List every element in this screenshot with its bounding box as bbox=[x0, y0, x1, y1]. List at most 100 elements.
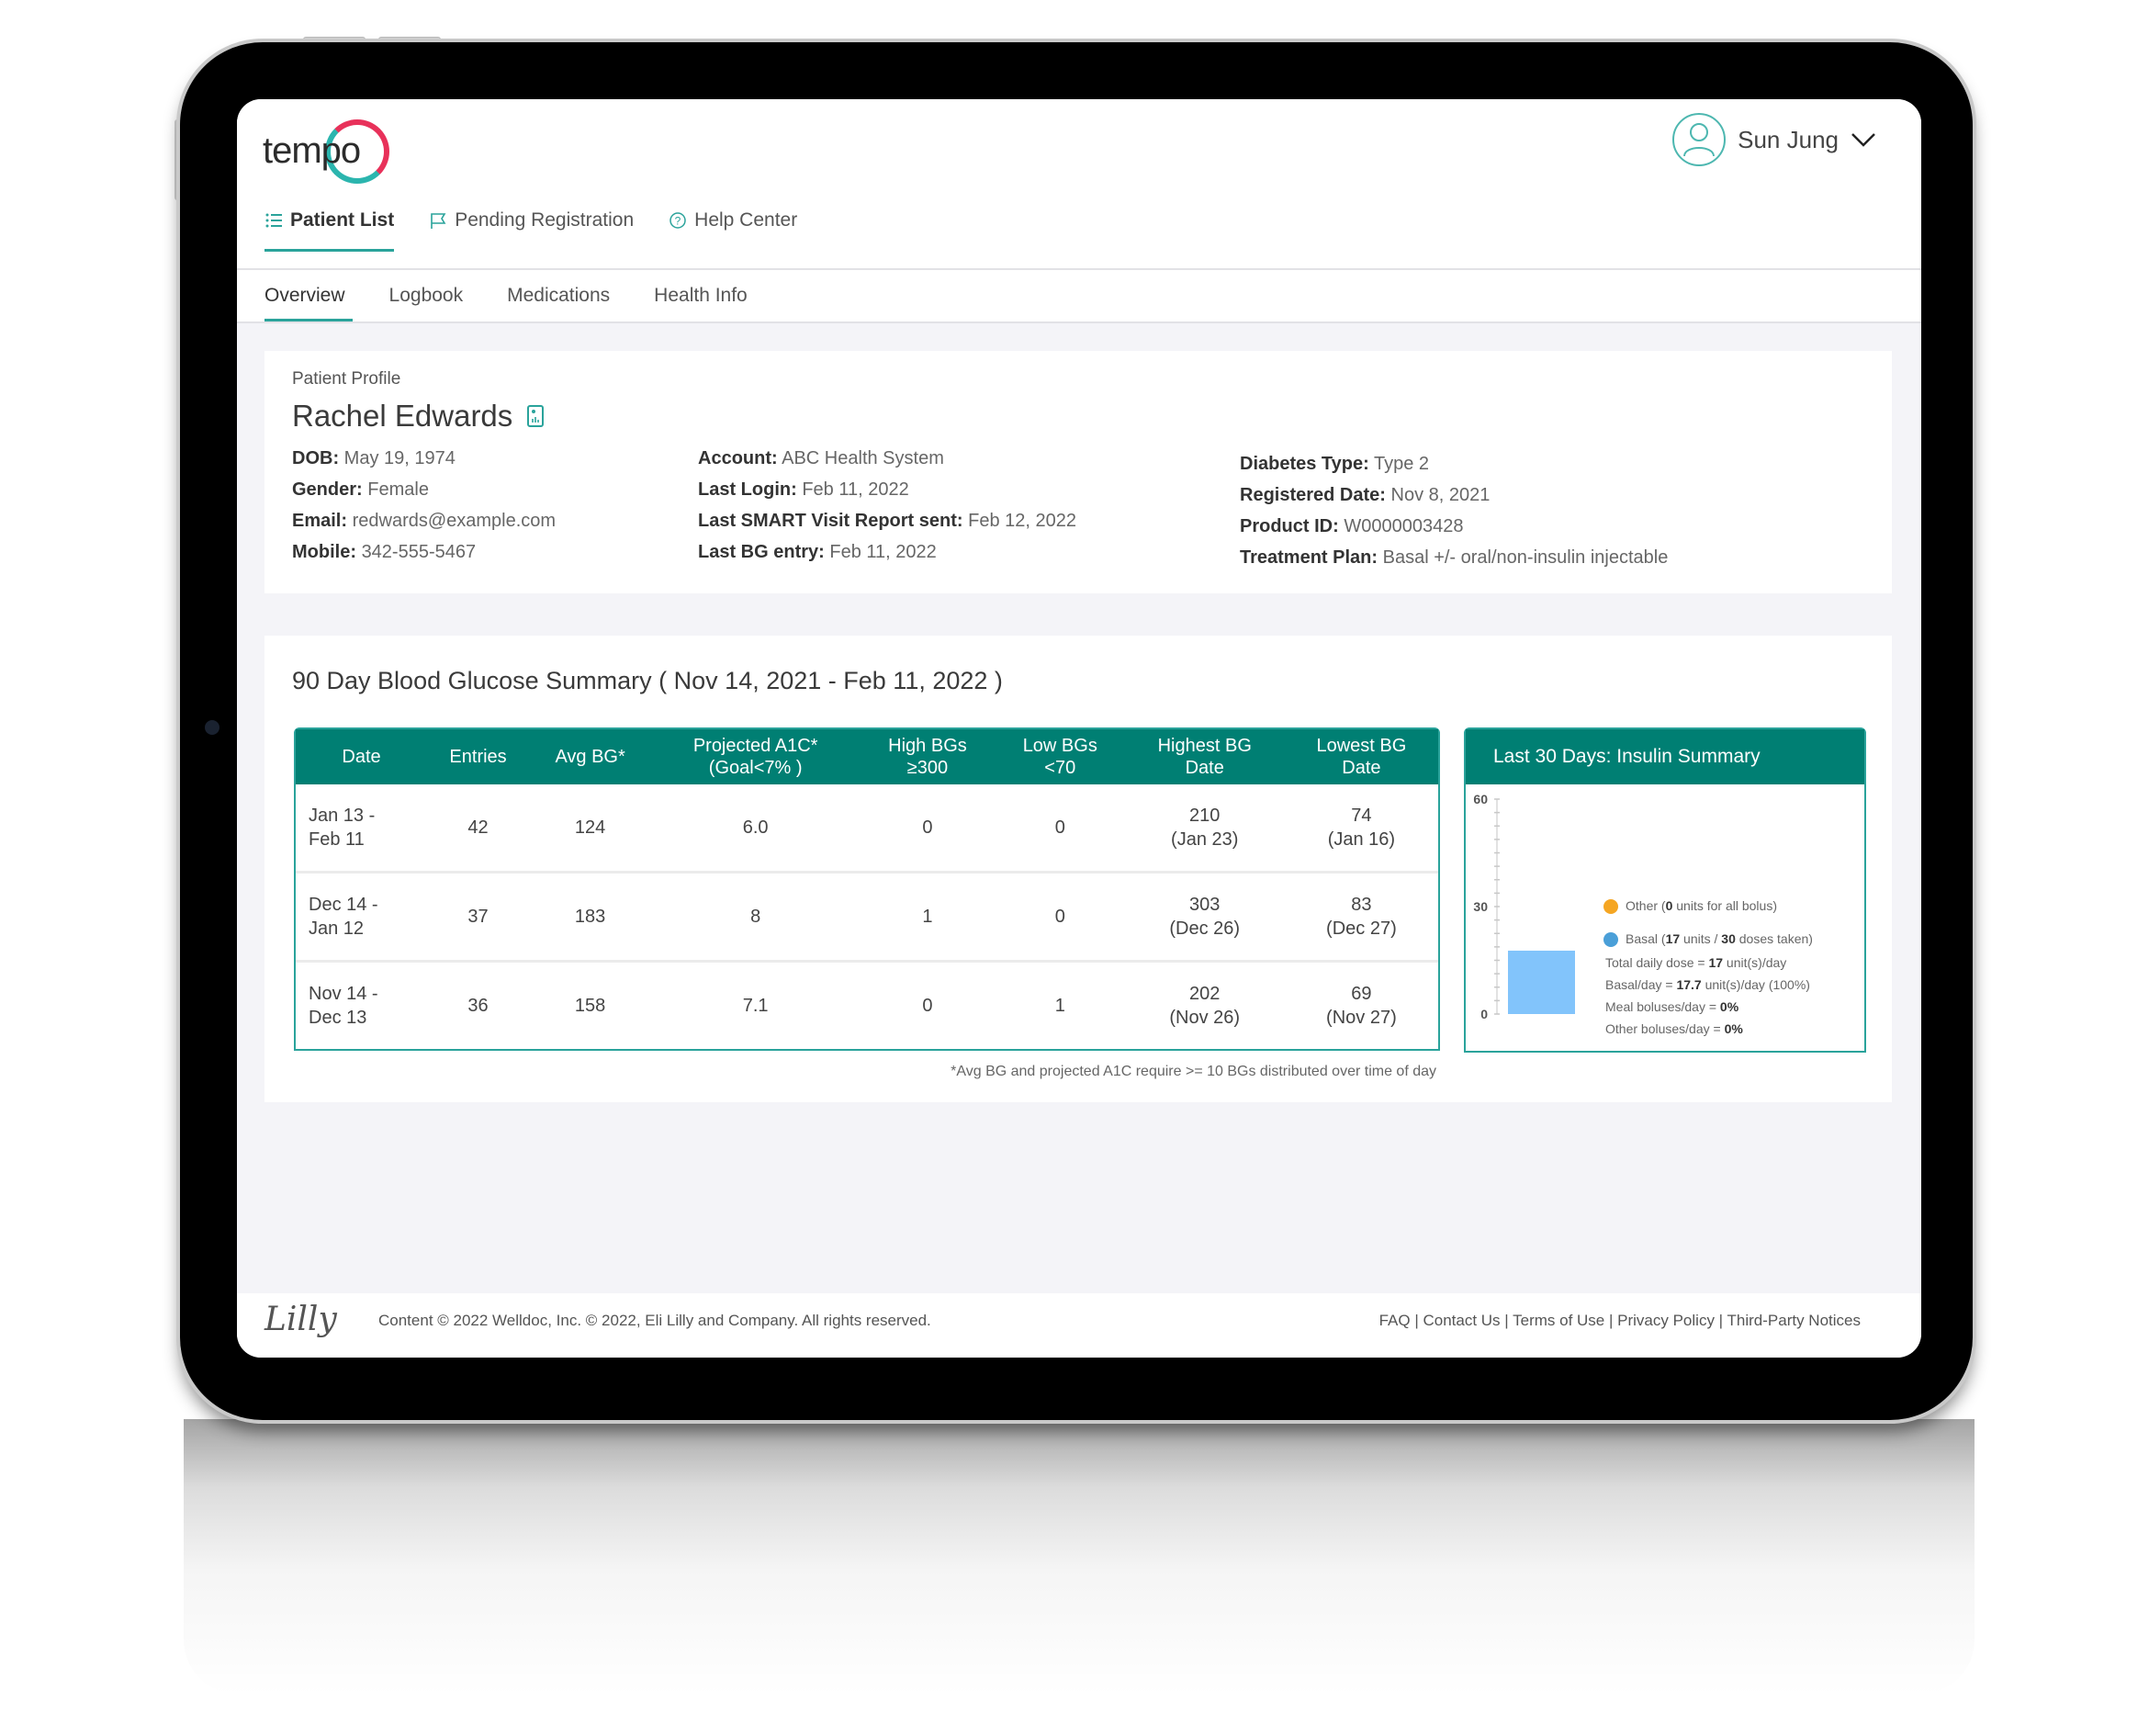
bg-footnote: *Avg BG and projected A1C require >= 10 … bbox=[951, 1064, 1436, 1079]
lilly-logo: Lilly bbox=[264, 1301, 337, 1338]
y-tick-label: 30 bbox=[1473, 899, 1488, 914]
tab-health-info[interactable]: Health Info bbox=[654, 270, 748, 321]
tab-medications[interactable]: Medications bbox=[507, 270, 610, 321]
table-cell: 6.0 bbox=[742, 817, 769, 838]
table-cell: 183 bbox=[529, 871, 652, 962]
field-last-bg-entry: Last BG entry: Feb 11, 2022 bbox=[698, 542, 937, 562]
column-header: Highest BG Date bbox=[1124, 729, 1285, 784]
link-separator: | bbox=[1500, 1312, 1513, 1329]
table-cell: 158 bbox=[529, 960, 652, 1049]
bg-summary-card: 90 Day Blood Glucose Summary ( Nov 14, 2… bbox=[264, 636, 1892, 1102]
link-separator: | bbox=[1714, 1312, 1727, 1329]
table-cell: 1 bbox=[995, 960, 1125, 1049]
tab-overview[interactable]: Overview bbox=[264, 270, 353, 321]
profile-column-2: Account: ABC Health System Last Login: F… bbox=[698, 443, 1076, 568]
profile-column-3: Diabetes Type: Type 2 Registered Date: N… bbox=[1240, 448, 1668, 573]
footer-link[interactable]: FAQ bbox=[1379, 1312, 1411, 1329]
table-cell: 303 (Dec 26) bbox=[1124, 871, 1285, 962]
nav-label: Patient List bbox=[290, 209, 395, 231]
table-row: Nov 14 - Dec 13 36 158 7.1 0 1 202 (Nov 26) 69 … bbox=[296, 960, 1438, 1049]
table-cell: Dec 14 - Jan 12 bbox=[296, 871, 428, 962]
table-cell: 202 (Nov 26) bbox=[1124, 960, 1285, 1049]
user-avatar-icon bbox=[1672, 113, 1727, 166]
field-last-smart-report: Last SMART Visit Report sent: Feb 12, 20… bbox=[698, 511, 1076, 531]
table-cell: 36 bbox=[427, 960, 530, 1049]
report-document-icon[interactable] bbox=[527, 405, 545, 427]
device-camera bbox=[205, 720, 219, 735]
chevron-down-icon[interactable] bbox=[1850, 130, 1877, 149]
top-bar: tempo Sun Jung Patient List Pending Regi… bbox=[237, 99, 1921, 270]
help-circle-icon: ? bbox=[669, 212, 686, 229]
nav-pending-registration[interactable]: Pending Registration bbox=[429, 209, 634, 252]
footer-link[interactable]: Terms of Use bbox=[1513, 1312, 1604, 1329]
table-cell: 0 bbox=[860, 960, 996, 1049]
user-name: Sun Jung bbox=[1738, 125, 1839, 153]
nav-help-center[interactable]: ? Help Center bbox=[669, 209, 797, 252]
footer-link[interactable]: Privacy Policy bbox=[1617, 1312, 1715, 1329]
primary-nav: Patient List Pending Registration ? Help… bbox=[264, 209, 797, 252]
table-cell: 0 bbox=[922, 817, 933, 838]
table-cell: Nov 14 - Dec 13 bbox=[296, 960, 428, 1049]
y-tick-label: 60 bbox=[1473, 792, 1488, 806]
table-row: Jan 13 - Feb 11 42 124 6.0 0 0 210 (Jan 23) 74 … bbox=[296, 784, 1438, 873]
field-gender: Gender: Female bbox=[292, 479, 429, 500]
insulin-chart: 0 30 60 Other (0 units for all bolus) Basa… bbox=[1466, 784, 1864, 1051]
footer: Lilly Content © 2022 Welldoc, Inc. © 202… bbox=[237, 1293, 1921, 1358]
table-cell: 1 bbox=[860, 871, 996, 962]
table-cell: 8 bbox=[651, 871, 861, 962]
footer-link[interactable]: Contact Us bbox=[1423, 1312, 1500, 1329]
field-dob: DOB: May 19, 1974 bbox=[292, 448, 456, 468]
field-mobile: Mobile: 342-555-5467 bbox=[292, 542, 477, 562]
patient-profile-card: Patient Profile Rachel Edwards DOB: May … bbox=[264, 351, 1892, 593]
bar-basal bbox=[1508, 950, 1575, 1014]
legend-dot-basal bbox=[1603, 932, 1618, 948]
table-cell: 69 (Nov 27) bbox=[1284, 960, 1438, 1049]
bg-summary-title: 90 Day Blood Glucose Summary ( Nov 14, 2… bbox=[292, 667, 1003, 694]
table-cell: Jan 13 - Feb 11 bbox=[309, 806, 376, 850]
flag-icon bbox=[431, 213, 446, 229]
link-separator: | bbox=[1410, 1312, 1423, 1329]
field-account: Account: ABC Health System bbox=[698, 448, 944, 468]
column-header: Date bbox=[296, 729, 428, 784]
field-last-login: Last Login: Feb 11, 2022 bbox=[698, 479, 909, 500]
section-label: Patient Profile bbox=[292, 369, 401, 389]
legend-item-basal: Basal (17 units / 30 doses taken) bbox=[1603, 931, 1813, 948]
field-treatment-plan: Treatment Plan: Basal +/- oral/non-insul… bbox=[1240, 547, 1669, 568]
nav-label: Help Center bbox=[694, 209, 798, 231]
logo-text: tempo bbox=[263, 130, 361, 171]
nav-patient-list[interactable]: Patient List bbox=[264, 209, 395, 252]
field-product-id: Product ID: W0000003428 bbox=[1240, 516, 1464, 536]
table-cell: 7.1 bbox=[651, 960, 861, 1049]
svg-text:?: ? bbox=[675, 215, 681, 228]
legend-item-other: Other (0 units for all bolus) bbox=[1603, 898, 1777, 915]
insulin-summary-card: Last 30 Days: Insulin Summary 0 30 60 Othe… bbox=[1464, 727, 1866, 1053]
table-row: Dec 14 - Jan 12 37 183 8 1 0 303 (Dec 26) 83 (D… bbox=[296, 871, 1438, 962]
table-cell: 0 bbox=[1054, 817, 1065, 838]
stat-other-boluses: Other boluses/day = 0% bbox=[1605, 1021, 1743, 1036]
tab-logbook[interactable]: Logbook bbox=[389, 270, 464, 321]
legend-dot-other bbox=[1603, 899, 1618, 915]
table-cell: 0 bbox=[995, 871, 1125, 962]
tempo-logo[interactable]: tempo bbox=[263, 114, 400, 187]
user-menu[interactable]: Sun Jung bbox=[1671, 112, 1877, 167]
table-cell: 124 bbox=[574, 817, 606, 838]
field-diabetes-type: Diabetes Type: Type 2 bbox=[1240, 454, 1430, 474]
column-header: Lowest BG Date bbox=[1284, 729, 1438, 784]
profile-column-1: DOB: May 19, 1974 Gender: Female Email: … bbox=[292, 443, 556, 568]
copyright-text: Content © 2022 Welldoc, Inc. © 2022, Eli… bbox=[378, 1312, 931, 1329]
patient-name-text: Rachel Edwards bbox=[292, 399, 513, 433]
stat-total-daily-dose: Total daily dose = 17 unit(s)/day bbox=[1605, 955, 1787, 970]
column-header: Projected A1C* (Goal<7% ) bbox=[651, 729, 861, 784]
sub-tabs: Overview Logbook Medications Health Info bbox=[237, 270, 1921, 323]
y-tick-label: 0 bbox=[1480, 1007, 1488, 1021]
column-header: Entries bbox=[427, 729, 530, 784]
app-screen: tempo Sun Jung Patient List Pending Regi… bbox=[237, 99, 1921, 1358]
list-icon bbox=[265, 213, 282, 228]
footer-links: FAQ | Contact Us | Terms of Use | Privac… bbox=[1379, 1312, 1861, 1330]
bg-summary-table: Date Entries Avg BG* Projected A1C* (Goal<7… bbox=[294, 727, 1440, 1051]
column-header: Low BGs <70 bbox=[995, 729, 1125, 784]
table-cell: 37 bbox=[427, 871, 530, 962]
table-cell: 210 (Jan 23) bbox=[1171, 806, 1239, 850]
footer-link[interactable]: Third-Party Notices bbox=[1727, 1312, 1861, 1329]
device-reflection bbox=[184, 1419, 1975, 1695]
